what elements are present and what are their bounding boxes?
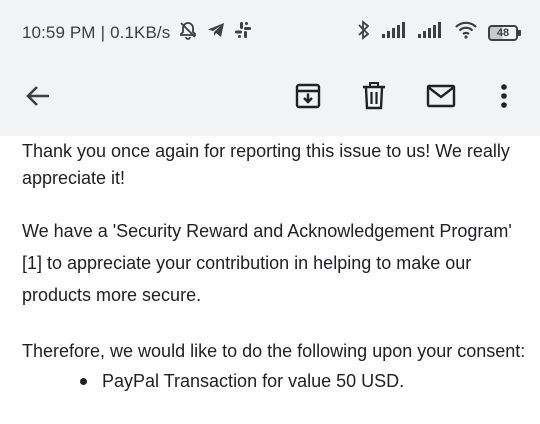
bullet-dot — [80, 377, 87, 385]
telegram-icon — [206, 20, 226, 45]
slack-icon — [234, 21, 252, 44]
network-speed: 0.1KB/s — [110, 22, 171, 42]
archive-button[interactable] — [288, 78, 328, 118]
more-options-button[interactable] — [484, 78, 524, 118]
status-left: 10:59 PM | 0.1KB/s — [22, 20, 252, 45]
battery-icon: 48 — [488, 24, 521, 41]
status-right: 48 — [356, 20, 521, 45]
archive-icon — [295, 83, 321, 114]
wifi-icon — [454, 21, 478, 44]
status-time: 10:59 PM — [22, 22, 96, 42]
arrow-left-icon — [24, 82, 52, 115]
email-paragraph: Thank you once again for reporting this … — [22, 141, 510, 188]
mute-alarm-icon — [178, 20, 198, 45]
signal-icon — [382, 22, 408, 43]
back-button[interactable] — [18, 78, 58, 118]
email-screen: 10:59 PM | 0.1KB/s 48 Thank you once aga… — [0, 0, 540, 424]
bluetooth-icon — [356, 20, 372, 45]
status-separator: | — [100, 22, 106, 42]
bullet-text: PayPal Transaction for value 50 USD. — [102, 371, 405, 391]
bullet-list-item: PayPal Transaction for value 50 USD. — [80, 365, 404, 397]
email-paragraph: Therefore, we would like to do the follo… — [22, 341, 526, 361]
notification-icons — [178, 20, 252, 45]
battery-level: 48 — [496, 26, 510, 39]
mail-icon — [426, 84, 456, 113]
trash-icon — [362, 81, 386, 115]
status-bar: 10:59 PM | 0.1KB/s 48 — [0, 0, 540, 62]
delete-button[interactable] — [354, 78, 394, 118]
email-toolbar — [0, 62, 540, 136]
mark-unread-button[interactable] — [421, 78, 461, 118]
signal-icon — [418, 22, 444, 43]
email-paragraph: We have a 'Security Reward and Acknowled… — [22, 221, 512, 305]
more-vertical-icon — [500, 83, 508, 114]
